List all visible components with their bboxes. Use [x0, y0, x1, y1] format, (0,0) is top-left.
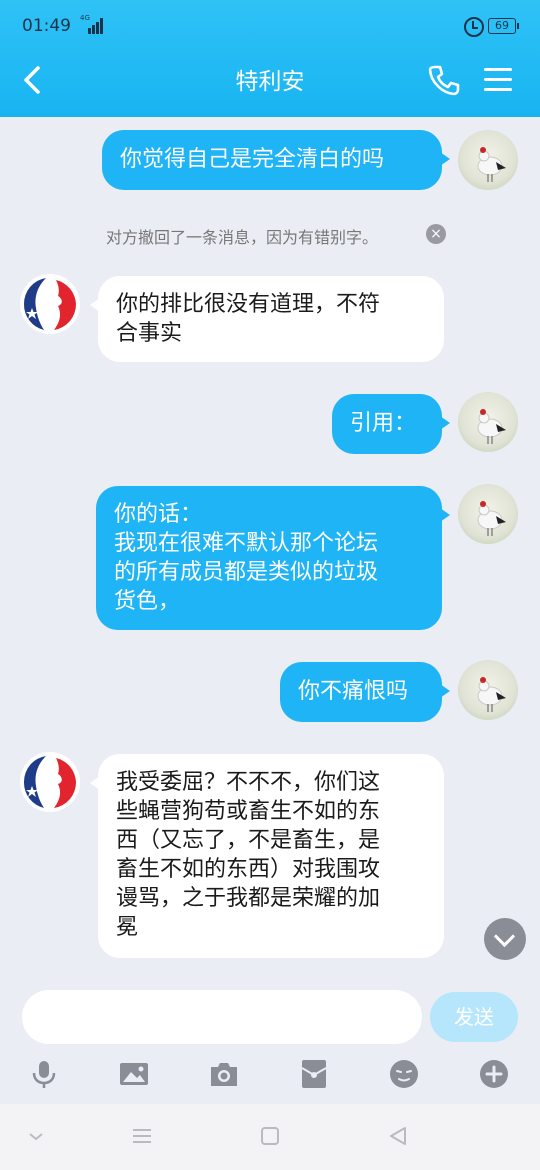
menu-icon — [133, 1129, 151, 1143]
chat-menu-button[interactable] — [482, 64, 514, 96]
bird-avatar-icon — [477, 147, 506, 182]
chat-header: 01:49 4G 69 特利安 — [0, 0, 540, 117]
back-button[interactable] — [14, 60, 54, 100]
system-nav-bar — [0, 1104, 540, 1170]
message-bubble-outgoing[interactable]: 你觉得自己是完全清白的吗 — [102, 130, 450, 190]
more-button[interactable] — [478, 1058, 510, 1090]
camera-icon — [211, 1063, 237, 1086]
dismiss-notice-button[interactable]: × — [426, 224, 446, 244]
message-input[interactable] — [22, 990, 422, 1044]
back-triangle-icon — [390, 1127, 406, 1145]
chevron-left-icon — [24, 66, 40, 94]
nav-back-button[interactable] — [386, 1124, 410, 1148]
input-bar: 发送 — [0, 978, 540, 1104]
image-icon — [120, 1063, 148, 1085]
self-avatar[interactable] — [458, 660, 518, 720]
network-signal-icon: 4G — [80, 14, 106, 34]
status-time: 01:49 — [22, 16, 71, 36]
contact-avatar[interactable] — [20, 752, 80, 812]
bird-avatar-icon — [477, 501, 506, 536]
menu-icon — [484, 68, 512, 71]
self-avatar[interactable] — [458, 484, 518, 544]
status-bar: 01:49 4G 69 — [0, 0, 540, 52]
call-button[interactable] — [426, 62, 462, 98]
self-avatar[interactable] — [458, 130, 518, 190]
scroll-to-bottom-button[interactable] — [484, 918, 526, 960]
marianne-logo-icon — [20, 274, 80, 334]
red-packet-button[interactable] — [298, 1058, 330, 1090]
emoji-icon — [390, 1060, 418, 1088]
emoji-button[interactable] — [388, 1058, 420, 1090]
nav-recents-button[interactable] — [130, 1124, 154, 1148]
network-type: 4G — [80, 14, 90, 22]
battery-icon: 69 — [488, 18, 519, 34]
voice-button[interactable] — [28, 1058, 60, 1090]
nav-hide-button[interactable] — [24, 1124, 48, 1148]
message-bubble-incoming[interactable]: 你的排比很没有道理，不符 合事实 — [90, 276, 444, 362]
message-bubble-incoming[interactable]: 我受委屈？不不不，你们这 些蝇营狗苟或畜生不如的东 西（又忘了，不是畜生，是 畜… — [90, 754, 444, 958]
contact-avatar[interactable] — [20, 274, 80, 334]
message-bubble-outgoing[interactable]: 引用： — [332, 394, 450, 454]
self-avatar[interactable] — [458, 392, 518, 452]
red-packet-icon — [301, 1060, 327, 1088]
message-bubble-outgoing[interactable]: 你的话： 我现在很难不默认那个论坛 的所有成员都是类似的垃圾 货色， — [96, 486, 450, 630]
chat-title: 特利安 — [235, 69, 305, 95]
recall-notice: 对方撤回了一条消息，因为有错别字。 — [106, 228, 379, 247]
phone-icon — [428, 65, 460, 96]
camera-button[interactable] — [208, 1058, 240, 1090]
home-square-icon — [261, 1127, 279, 1145]
alarm-icon — [464, 17, 484, 37]
marianne-logo-icon — [20, 752, 80, 812]
nav-home-button[interactable] — [258, 1124, 282, 1148]
send-button[interactable]: 发送 — [430, 992, 518, 1042]
microphone-icon — [32, 1061, 56, 1088]
image-button[interactable] — [118, 1058, 150, 1090]
chevron-down-icon — [29, 1133, 43, 1141]
message-bubble-outgoing[interactable]: 你不痛恨吗 — [280, 662, 450, 722]
plus-icon — [480, 1060, 508, 1088]
bird-avatar-icon — [477, 409, 506, 444]
bird-avatar-icon — [477, 677, 506, 712]
